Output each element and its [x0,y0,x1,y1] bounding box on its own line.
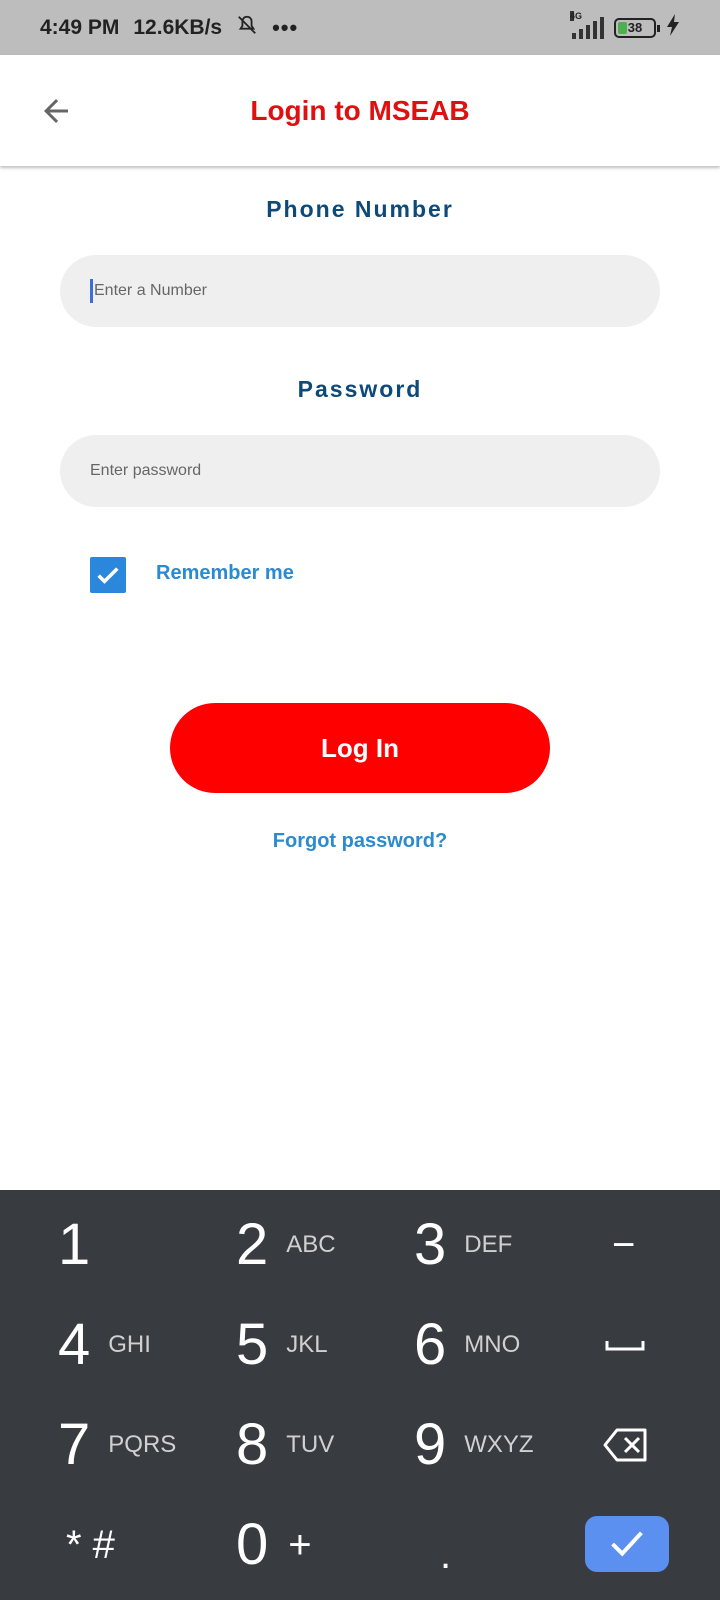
space-icon [605,1341,645,1351]
key-7[interactable]: 7 PQRS [58,1400,176,1490]
key-digit: 6 [414,1312,447,1377]
battery-icon: 38 [614,17,660,38]
page-title: Login to MSEAB [250,94,470,126]
charging-icon [666,13,680,42]
key-3[interactable]: 3 DEF [414,1200,512,1290]
key-letters: PQRS [108,1431,177,1458]
plus-label: + [288,1522,312,1567]
key-letters: ABC [286,1231,336,1258]
key-digit: 0 [236,1512,269,1577]
key-digit: 7 [58,1412,91,1477]
key-minus[interactable]: − [612,1200,635,1290]
key-dot[interactable]: . [440,1510,451,1600]
password-label: Password [297,376,423,402]
key-6[interactable]: 6 MNO [414,1300,520,1390]
battery-level: 38 [627,20,643,35]
phone-number-input[interactable]: Enter a Number [60,255,660,327]
back-arrow-icon [44,99,68,123]
status-time: 4:49 PM [40,15,120,39]
password-placeholder: Enter password [90,462,202,479]
back-button[interactable] [34,89,78,133]
key-star-hash[interactable]: * # [66,1500,115,1590]
phone-number-placeholder: Enter a Number [94,282,207,299]
checkmark-icon [611,1531,643,1557]
minus-icon: − [612,1222,636,1267]
key-digit: 4 [58,1312,91,1377]
login-button[interactable]: Log In [170,703,550,793]
remember-me-label[interactable]: Remember me [156,562,294,585]
key-digit: 9 [414,1412,447,1477]
network-speed: 12.6KB/s [133,15,223,39]
star-hash-label: * # [66,1522,115,1567]
key-8[interactable]: 8 TUV [236,1400,334,1490]
network-type: 4G [570,10,583,21]
key-5[interactable]: 5 JKL [236,1300,328,1390]
key-letters: JKL [286,1331,328,1358]
status-right: 4G 38 [570,10,680,42]
text-cursor [90,279,93,303]
key-digit: 8 [236,1412,269,1477]
status-bar: 4:49 PM 12.6KB/s ••• 4G 38 [0,0,720,55]
key-9[interactable]: 9 WXYZ [414,1400,534,1490]
key-1[interactable]: 1 [58,1200,90,1290]
key-letters: WXYZ [464,1431,534,1458]
bell-off-icon [236,14,258,42]
backspace-icon [603,1428,647,1462]
done-key[interactable] [585,1516,669,1572]
key-digit: 2 [236,1212,269,1277]
more-notifications-icon: ••• [272,14,299,40]
numeric-keyboard: 1 2 ABC 3 DEF − 4 GHI 5 JKL 6 MNO 7 PQRS… [0,1190,720,1600]
checkmark-icon [97,567,119,584]
password-input[interactable]: Enter password [60,435,660,507]
dot-label: . [440,1532,452,1577]
key-digit: 5 [236,1312,269,1377]
key-digit: 3 [414,1212,447,1277]
key-digit: 1 [58,1212,91,1277]
key-backspace[interactable] [603,1400,649,1490]
key-letters: MNO [464,1331,521,1358]
app-bar: Login to MSEAB [0,55,720,166]
phone-number-label: Phone Number [266,196,454,222]
key-2[interactable]: 2 ABC [236,1200,336,1290]
key-4[interactable]: 4 GHI [58,1300,151,1390]
key-letters: GHI [108,1331,151,1358]
status-left: 4:49 PM 12.6KB/s ••• [40,14,298,42]
key-letters: DEF [464,1231,513,1258]
key-space[interactable] [604,1300,646,1390]
key-letters: TUV [286,1431,335,1458]
key-0[interactable]: 0 + [236,1500,312,1590]
signal-icon: 4G [570,10,604,39]
remember-me-checkbox[interactable] [90,557,126,593]
forgot-password-link[interactable]: Forgot password? [0,830,720,853]
